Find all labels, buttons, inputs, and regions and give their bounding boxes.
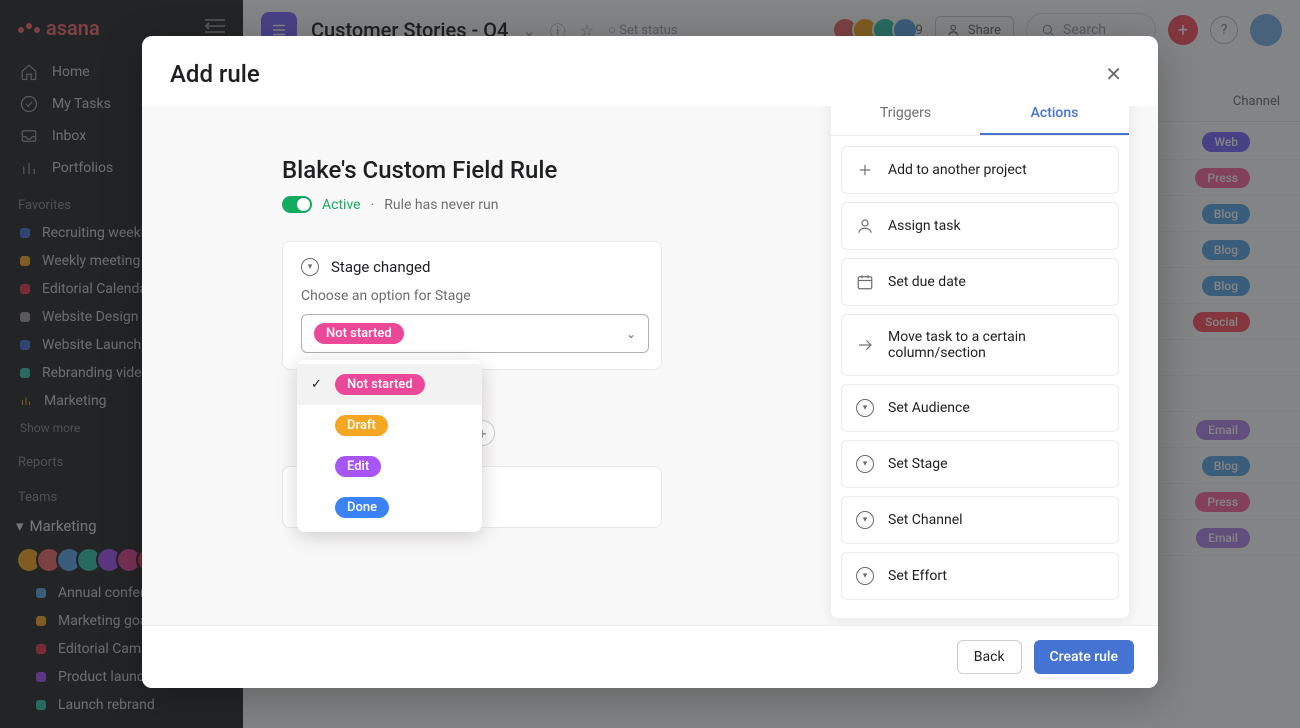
- status-detail: Rule has never run: [384, 197, 498, 213]
- action-label: Add to another project: [888, 162, 1027, 178]
- back-button[interactable]: Back: [957, 640, 1022, 674]
- action-option[interactable]: Move task to a certain column/section: [841, 314, 1119, 376]
- stage-option[interactable]: ✓ Not started: [297, 364, 482, 405]
- action-icon: ▾: [856, 567, 874, 585]
- selected-option-chip: Not started: [314, 323, 404, 344]
- action-icon: [856, 336, 874, 354]
- action-option[interactable]: ▾ Set Effort: [841, 552, 1119, 600]
- option-chip: Not started: [335, 374, 425, 395]
- chevron-down-icon: ⌄: [626, 327, 636, 341]
- stage-option[interactable]: Draft: [297, 405, 482, 446]
- stage-options-dropdown: ✓ Not started Draft Edit Done: [297, 360, 482, 532]
- action-label: Set Effort: [888, 568, 947, 584]
- action-option[interactable]: Add to another project: [841, 146, 1119, 194]
- action-label: Set due date: [888, 274, 966, 290]
- action-option[interactable]: Set due date: [841, 258, 1119, 306]
- action-icon: [856, 217, 874, 235]
- rule-status: Active · Rule has never run: [282, 196, 822, 213]
- action-label: Assign task: [888, 218, 961, 234]
- stage-select[interactable]: Not started ⌄: [301, 314, 649, 353]
- status-active-label: Active: [322, 197, 361, 213]
- choose-option-label: Choose an option for Stage: [301, 288, 643, 304]
- tab-actions[interactable]: Actions: [980, 106, 1129, 135]
- option-chip: Edit: [335, 456, 381, 477]
- dropdown-field-icon: ▾: [301, 258, 319, 276]
- action-icon: ▾: [856, 399, 874, 417]
- modal-title: Add rule: [170, 60, 260, 88]
- stage-option[interactable]: Done: [297, 487, 482, 528]
- action-icon: ▾: [856, 455, 874, 473]
- action-option[interactable]: ▾ Set Channel: [841, 496, 1119, 544]
- action-label: Set Channel: [888, 512, 963, 528]
- action-label: Move task to a certain column/section: [888, 329, 1104, 361]
- create-rule-button[interactable]: Create rule: [1034, 640, 1134, 674]
- action-icon: ▾: [856, 511, 874, 529]
- action-icon: [856, 273, 874, 291]
- action-option[interactable]: ▾ Set Audience: [841, 384, 1119, 432]
- option-chip: Draft: [335, 415, 388, 436]
- option-chip: Done: [335, 497, 389, 518]
- action-label: Set Audience: [888, 400, 970, 416]
- active-toggle[interactable]: [282, 196, 312, 213]
- actions-panel: Triggers Actions Add to another project A…: [830, 106, 1130, 619]
- trigger-title: Stage changed: [331, 258, 430, 276]
- action-option[interactable]: Assign task: [841, 202, 1119, 250]
- trigger-card: ▾ Stage changed Choose an option for Sta…: [282, 241, 662, 370]
- add-rule-modal: Add rule ✕ Blake's Custom Field Rule Act…: [142, 36, 1158, 688]
- tab-triggers[interactable]: Triggers: [831, 106, 980, 135]
- check-icon: ✓: [311, 377, 325, 392]
- action-label: Set Stage: [888, 456, 948, 472]
- rule-name[interactable]: Blake's Custom Field Rule: [282, 156, 822, 184]
- close-icon[interactable]: ✕: [1097, 58, 1130, 90]
- action-option[interactable]: ▾ Set Stage: [841, 440, 1119, 488]
- stage-option[interactable]: Edit: [297, 446, 482, 487]
- action-icon: [856, 161, 874, 179]
